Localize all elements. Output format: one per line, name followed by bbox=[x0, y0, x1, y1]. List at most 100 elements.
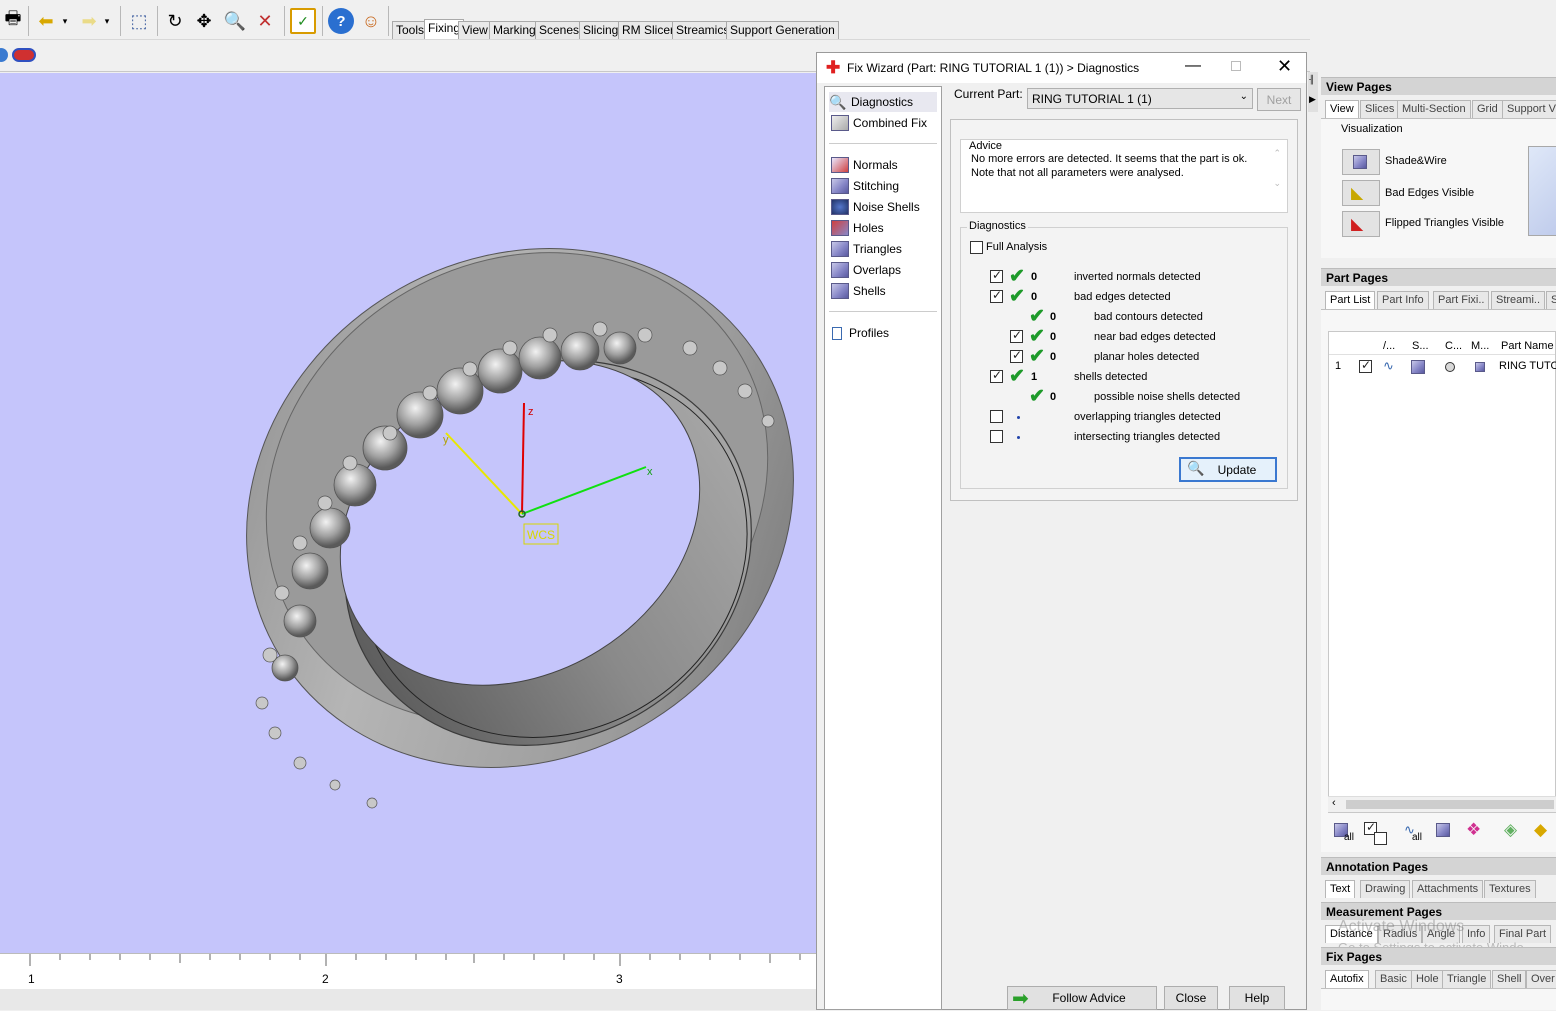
near-bad-edges-checkbox[interactable] bbox=[1010, 328, 1023, 343]
zoom-icon[interactable]: 🔍 bbox=[222, 8, 248, 34]
intersecting-checkbox[interactable] bbox=[990, 430, 1003, 443]
redo-dropdown-icon[interactable]: ▾ bbox=[100, 8, 114, 34]
part-visible-checkbox[interactable] bbox=[1359, 358, 1372, 373]
nav-item-profiles[interactable]: Profiles bbox=[829, 323, 937, 343]
scroll-up-icon[interactable]: ⌃ bbox=[1273, 148, 1281, 159]
part-cube-icon[interactable] bbox=[1411, 360, 1425, 374]
nav-item-stitching[interactable]: Stitching bbox=[829, 176, 937, 196]
tab-part-info[interactable]: Part Info bbox=[1377, 291, 1429, 309]
shade-wire-icon[interactable] bbox=[1342, 149, 1380, 175]
nav-item-triangles[interactable]: Triangles bbox=[829, 239, 937, 259]
minimize-icon[interactable]: — bbox=[1185, 57, 1201, 75]
tab-marking[interactable]: Marking bbox=[489, 21, 540, 39]
cube-preview[interactable] bbox=[1528, 146, 1556, 236]
color-parts-icon[interactable]: ❖ bbox=[1466, 820, 1481, 840]
material-icon[interactable] bbox=[1475, 362, 1485, 372]
tab-part-fixing[interactable]: Part Fixi.. bbox=[1433, 291, 1490, 309]
shade-parts-icon[interactable] bbox=[1436, 823, 1450, 837]
dialog-titlebar[interactable]: ✚ Fix Wizard (Part: RING TUTORIAL 1 (1))… bbox=[817, 53, 1306, 83]
tab-streamics[interactable]: Streami.. bbox=[1491, 291, 1546, 309]
overlapping-checkbox[interactable] bbox=[990, 410, 1003, 423]
nav-item-normals[interactable]: Normals bbox=[829, 155, 937, 175]
tab-support-generation[interactable]: Support Generation bbox=[726, 21, 839, 39]
tab-shell[interactable]: Shell bbox=[1492, 970, 1527, 988]
view-pages-header[interactable]: View Pages bbox=[1321, 77, 1556, 95]
tab-grid[interactable]: Grid bbox=[1472, 100, 1503, 118]
update-button[interactable]: 🔍 Update bbox=[1179, 457, 1277, 482]
tab-scenes[interactable]: Scenes bbox=[535, 21, 584, 39]
tab-overlap[interactable]: Over bbox=[1526, 970, 1556, 988]
link-icon[interactable] bbox=[12, 48, 36, 62]
column-header[interactable]: Part Name bbox=[1501, 340, 1554, 352]
tab-slicing[interactable]: Slicing bbox=[579, 21, 623, 39]
nav-item-diagnostics[interactable]: 🔍 Diagnostics bbox=[829, 92, 937, 112]
uncheck-all-icon[interactable] bbox=[1374, 832, 1387, 845]
pin-icon[interactable]: ╢ bbox=[1309, 75, 1315, 84]
tag-icon[interactable]: ◆ bbox=[1534, 820, 1547, 840]
annotation-pages-header[interactable]: Annotation Pages bbox=[1321, 857, 1556, 875]
help-icon[interactable]: ? bbox=[328, 8, 354, 34]
redo-icon[interactable]: ➡ bbox=[76, 8, 102, 34]
tab-textures[interactable]: Textures bbox=[1484, 880, 1536, 898]
3d-viewport[interactable]: z y x WCS bbox=[0, 73, 818, 953]
tab-support-view[interactable]: Support Vi bbox=[1502, 100, 1556, 118]
tab-drawing[interactable]: Drawing bbox=[1360, 880, 1411, 898]
checklist-icon[interactable]: ✓ bbox=[290, 8, 316, 34]
tab-part-list[interactable]: Part List bbox=[1325, 291, 1376, 309]
tab-triangle[interactable]: Triangle bbox=[1442, 970, 1492, 988]
bad-edges-visible-icon[interactable]: ◣ bbox=[1342, 180, 1380, 206]
current-part-select[interactable]: RING TUTORIAL 1 (1) ⌄ bbox=[1027, 88, 1253, 109]
pan-icon[interactable]: ✥ bbox=[191, 8, 217, 34]
tab-autofix[interactable]: Autofix bbox=[1325, 970, 1369, 988]
nav-item-combined-fix[interactable]: Combined Fix bbox=[829, 113, 937, 133]
tab-multi-section[interactable]: Multi-Section bbox=[1397, 100, 1471, 118]
print-icon[interactable]: 🖶 bbox=[0, 8, 26, 34]
tab-streamics[interactable]: Streamics bbox=[672, 21, 734, 39]
column-header[interactable]: /... bbox=[1383, 340, 1395, 352]
bad-edges-checkbox[interactable] bbox=[990, 288, 1003, 303]
column-header[interactable]: C... bbox=[1445, 340, 1462, 352]
close-icon[interactable]: ✕ bbox=[1277, 56, 1292, 77]
wave-icon[interactable]: ∿ bbox=[1383, 358, 1394, 374]
help-button[interactable]: Help bbox=[1229, 986, 1285, 1010]
next-button[interactable]: Next bbox=[1257, 88, 1301, 111]
undo-icon[interactable]: ⬅ bbox=[33, 8, 59, 34]
scroll-left-icon[interactable]: ‹ bbox=[1332, 797, 1336, 809]
tab-slices[interactable]: Slices bbox=[1360, 100, 1400, 118]
tab-tools[interactable]: Tools bbox=[392, 21, 429, 39]
tab-attachments[interactable]: Attachments bbox=[1412, 880, 1484, 898]
close-button[interactable]: Close bbox=[1164, 986, 1218, 1010]
follow-advice-button[interactable]: ➡ Follow Advice bbox=[1007, 986, 1157, 1010]
nav-item-shells[interactable]: Shells bbox=[829, 281, 937, 301]
tab-hole[interactable]: Hole bbox=[1411, 970, 1444, 988]
tab-view-page[interactable]: View bbox=[1325, 100, 1359, 118]
fix-pages-header[interactable]: Fix Pages bbox=[1321, 947, 1556, 965]
tab-text[interactable]: Text bbox=[1325, 880, 1356, 898]
column-header[interactable]: S... bbox=[1412, 340, 1429, 352]
horizontal-scrollbar[interactable]: ‹ bbox=[1328, 796, 1556, 812]
column-header[interactable]: M... bbox=[1471, 340, 1489, 352]
tab-s[interactable]: S bbox=[1546, 291, 1556, 309]
zoom-off-icon[interactable]: ✕ bbox=[252, 8, 278, 34]
tab-rm-slicer[interactable]: RM Slicer bbox=[618, 21, 679, 39]
shells-checkbox[interactable] bbox=[990, 368, 1003, 383]
full-analysis-checkbox[interactable] bbox=[970, 241, 983, 254]
tab-view[interactable]: View bbox=[458, 21, 492, 39]
part-pages-header[interactable]: Part Pages bbox=[1321, 268, 1556, 286]
select-icon[interactable]: ⬚ bbox=[126, 8, 152, 34]
scrollbar-thumb[interactable] bbox=[1346, 800, 1554, 809]
part-icon[interactable] bbox=[0, 48, 8, 62]
nav-item-noise-shells[interactable]: Noise Shells bbox=[829, 197, 937, 217]
maximize-icon[interactable] bbox=[1231, 61, 1241, 71]
flipped-triangles-icon[interactable]: ◣ bbox=[1342, 211, 1380, 237]
scroll-down-icon[interactable]: ⌄ bbox=[1273, 178, 1281, 189]
rotate-icon[interactable]: ↻ bbox=[162, 8, 188, 34]
nav-item-overlaps[interactable]: Overlaps bbox=[829, 260, 937, 280]
panel-toggle-strip[interactable]: ╢ ▶ bbox=[1308, 72, 1318, 112]
undo-dropdown-icon[interactable]: ▾ bbox=[58, 8, 72, 34]
nav-item-holes[interactable]: Holes bbox=[829, 218, 937, 238]
inverted-normals-checkbox[interactable] bbox=[990, 268, 1003, 283]
export-icon[interactable]: ◈ bbox=[1504, 820, 1517, 840]
table-row[interactable]: 1 ∿ RING TUTOR bbox=[1329, 358, 1556, 378]
status-circle-icon[interactable] bbox=[1445, 362, 1455, 372]
